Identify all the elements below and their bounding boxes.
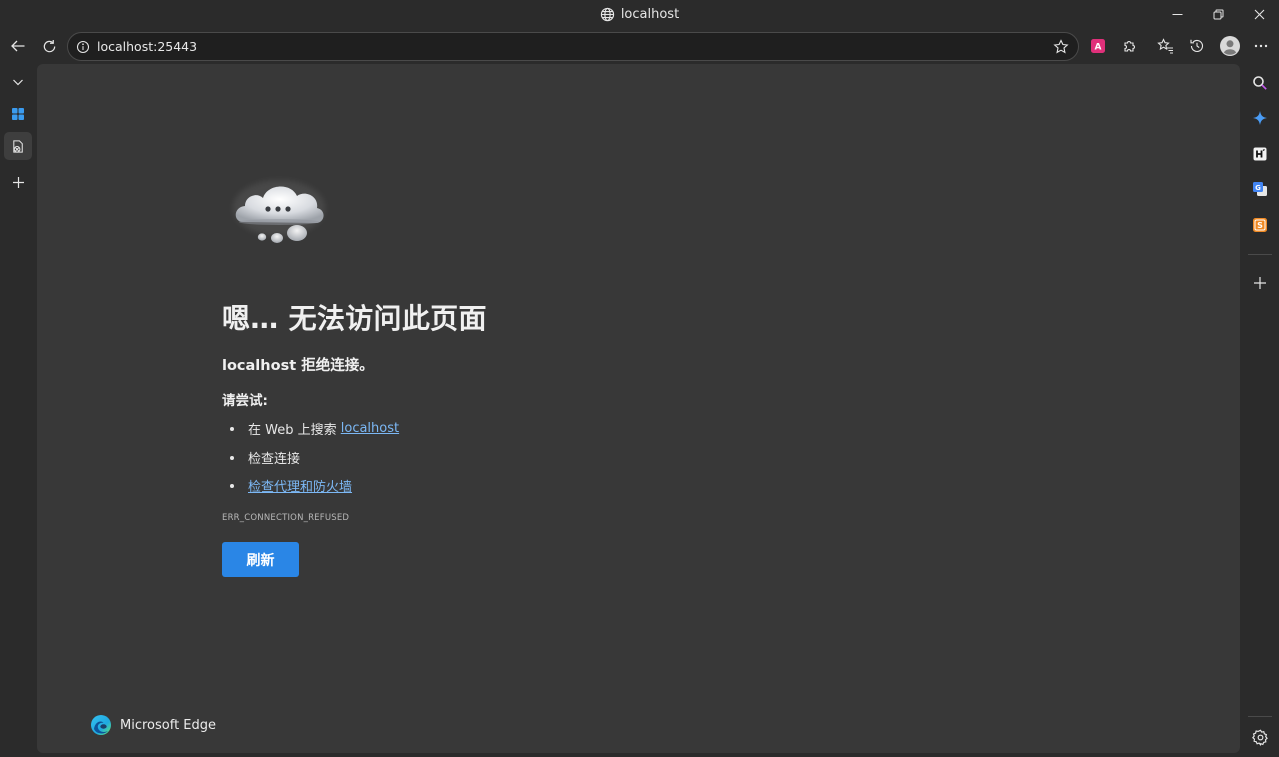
puzzle-extensions-icon (1122, 38, 1138, 54)
workspaces-icon (11, 107, 25, 121)
bullet-icon (230, 483, 234, 488)
svg-text:A: A (1095, 43, 1102, 53)
url-text[interactable]: localhost:25443 (97, 39, 1046, 54)
list-item: 检查代理和防火墙 (230, 476, 352, 495)
favorite-button[interactable] (1046, 33, 1076, 60)
sidebar-divider (1248, 254, 1272, 255)
sidebar-divider (1248, 716, 1272, 717)
translate-extension-icon: A (1090, 38, 1106, 54)
vertical-tabs-panel (0, 63, 36, 757)
list-item: 在 Web 上搜索 localhost (230, 419, 399, 438)
edge-sidebar: G S (1241, 63, 1279, 757)
address-bar[interactable]: localhost:25443 (67, 32, 1079, 61)
google-translate-button[interactable]: G (1246, 175, 1274, 203)
refresh-icon (42, 39, 57, 54)
edge-logo-icon (90, 714, 112, 736)
info-icon (76, 40, 90, 54)
add-sidebar-app-button[interactable] (1246, 269, 1274, 297)
h-app-button[interactable] (1246, 140, 1274, 168)
page-favicon-icon (11, 139, 26, 154)
workspaces-button[interactable] (4, 100, 32, 128)
back-arrow-icon (10, 38, 26, 54)
sidebar-settings-button[interactable] (1246, 723, 1274, 751)
plus-icon (12, 176, 25, 189)
tab-localhost[interactable] (4, 132, 32, 160)
error-title: 嗯… 无法访问此页面 (222, 302, 487, 335)
history-button[interactable] (1182, 32, 1212, 60)
new-tab-button[interactable] (4, 168, 32, 196)
gear-icon (1251, 729, 1269, 746)
extensions-button[interactable] (1115, 32, 1145, 60)
search-suggestion-text: 在 Web 上搜索 (248, 423, 341, 438)
error-code: ERR_CONNECTION_REFUSED (222, 513, 350, 523)
brand-name: Microsoft Edge (120, 717, 217, 733)
plus-icon (1253, 276, 1267, 290)
profile-avatar (1220, 36, 1240, 56)
minimize-button[interactable] (1156, 0, 1198, 29)
star-icon (1053, 38, 1069, 55)
browser-toolbar: localhost:25443 A (0, 29, 1279, 63)
error-description: localhost 拒绝连接。 (222, 354, 374, 375)
title-bar: localhost (0, 0, 1279, 29)
try-label: 请尝试: (222, 393, 268, 409)
back-button[interactable] (3, 32, 33, 60)
s-app-button[interactable]: S (1246, 211, 1274, 239)
h-app-icon (1252, 146, 1268, 162)
tab-actions-button[interactable] (4, 68, 32, 96)
translate-extension-button[interactable]: A (1083, 32, 1113, 60)
more-button[interactable] (1246, 32, 1276, 60)
chevron-down-icon (12, 76, 24, 88)
favorites-button[interactable] (1150, 32, 1180, 60)
svg-text:G: G (1255, 184, 1261, 192)
error-host: localhost (222, 358, 297, 374)
check-proxy-link[interactable]: 检查代理和防火墙 (248, 476, 352, 495)
check-connection-text: 检查连接 (248, 452, 301, 467)
profile-button[interactable] (1215, 32, 1245, 60)
error-page: 嗯… 无法访问此页面 localhost 拒绝连接。 请尝试: 在 Web 上搜… (37, 64, 1240, 753)
list-item: 检查连接 (230, 448, 300, 467)
window-title-text: localhost (620, 7, 680, 22)
svg-text:S: S (1257, 221, 1263, 230)
bullet-icon (230, 426, 234, 431)
site-info-button[interactable] (69, 33, 97, 60)
window-title: localhost (0, 0, 1279, 29)
cloud-illustration-icon (229, 174, 329, 254)
refresh-page-button[interactable]: 刷新 (222, 542, 299, 577)
bullet-icon (230, 455, 234, 460)
close-button[interactable] (1238, 0, 1279, 29)
copilot-icon (1252, 110, 1268, 126)
search-web-link[interactable]: localhost (341, 421, 399, 436)
favorites-icon (1156, 38, 1174, 54)
s-app-icon: S (1252, 217, 1268, 233)
refresh-button[interactable] (34, 32, 64, 60)
copilot-button[interactable] (1246, 104, 1274, 132)
error-refused-text: 拒绝连接。 (296, 358, 374, 374)
globe-icon (600, 7, 615, 22)
google-translate-icon: G (1252, 181, 1268, 197)
history-icon (1189, 38, 1205, 54)
search-icon (1252, 75, 1268, 91)
sidebar-search-button[interactable] (1246, 69, 1274, 97)
more-icon (1253, 38, 1269, 54)
edge-brand: Microsoft Edge (90, 714, 216, 736)
restore-button[interactable] (1197, 0, 1239, 29)
